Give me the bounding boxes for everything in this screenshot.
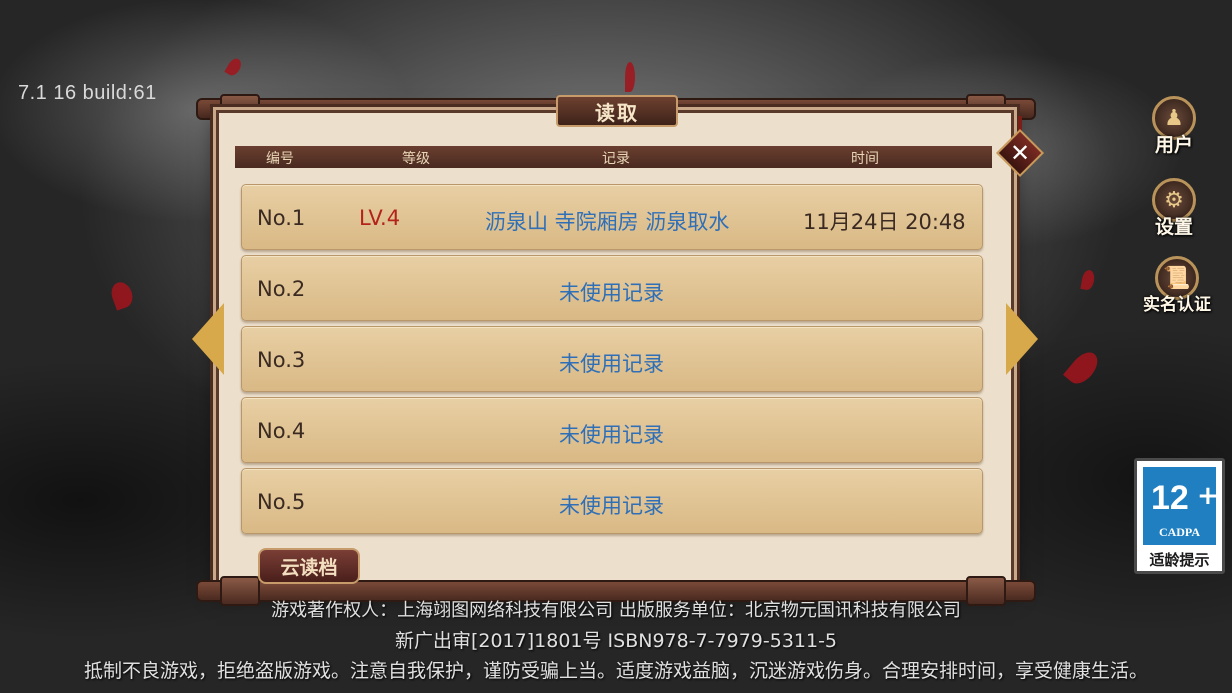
slot-number: No.1 bbox=[257, 206, 306, 230]
slot-empty-label: 未使用记录 bbox=[559, 423, 664, 447]
age-number: 12 bbox=[1151, 479, 1189, 517]
cloud-load-button[interactable]: 云读档 bbox=[258, 548, 360, 584]
side-button-settings[interactable]: ⚙ 设置 bbox=[1142, 178, 1206, 242]
footer-health-notice: 抵制不良游戏，拒绝盗版游戏。注意自我保护，谨防受骗上当。适度游戏益脑，沉迷游戏伤… bbox=[83, 660, 1148, 682]
save-slot-5[interactable]: No.5 未使用记录 bbox=[241, 468, 983, 534]
slot-location: 沥泉山 寺院厢房 沥泉取水 bbox=[485, 210, 730, 234]
slot-empty-label: 未使用记录 bbox=[559, 281, 664, 305]
save-slot-1[interactable]: No.1 LV.4 沥泉山 寺院厢房 沥泉取水 11月24日 20:48 bbox=[241, 184, 983, 250]
slot-time: 11月24日 20:48 bbox=[803, 210, 966, 234]
age-plus: + bbox=[1197, 481, 1219, 511]
slot-empty-label: 未使用记录 bbox=[559, 352, 664, 376]
footer-approval: 新广出审[2017]1801号 ISBN978-7-7979-5311-5 bbox=[394, 630, 838, 652]
slot-number: No.5 bbox=[257, 490, 306, 514]
column-time: 时间 bbox=[851, 151, 879, 167]
dialog-title-plate: 读取 bbox=[556, 95, 678, 127]
red-petal bbox=[1063, 347, 1103, 389]
arrow-left-icon[interactable] bbox=[192, 303, 224, 375]
age-tip: 适龄提示 bbox=[1149, 551, 1210, 569]
side-label-user: 用户 bbox=[1154, 134, 1193, 156]
side-label-settings: 设置 bbox=[1154, 216, 1193, 238]
slot-level: LV.4 bbox=[359, 206, 401, 230]
side-label-realname: 实名认证 bbox=[1143, 295, 1211, 315]
close-x-icon[interactable]: ✕ bbox=[1003, 136, 1037, 170]
slot-empty-label: 未使用记录 bbox=[559, 494, 664, 518]
slot-number: No.2 bbox=[257, 277, 306, 301]
red-petal bbox=[1080, 269, 1096, 291]
side-button-user[interactable]: ♟ 用户 bbox=[1142, 96, 1206, 160]
footer-copyright: 游戏著作权人：上海翊图网络科技有限公司 出版服务单位：北京物元国讯科技有限公司 bbox=[271, 600, 961, 621]
column-number: 编号 bbox=[266, 151, 294, 167]
save-slot-2[interactable]: No.2 未使用记录 bbox=[241, 255, 983, 321]
side-button-realname[interactable]: 📜 实名认证 bbox=[1140, 256, 1214, 320]
age-org: CADPA bbox=[1158, 525, 1201, 539]
column-record: 记录 bbox=[602, 151, 630, 167]
age-rating-badge[interactable]: 12 + CADPA 适龄提示 bbox=[1134, 458, 1225, 574]
save-slot-3[interactable]: No.3 未使用记录 bbox=[241, 326, 983, 392]
dialog-title: 读取 bbox=[595, 100, 639, 125]
save-slot-4[interactable]: No.4 未使用记录 bbox=[241, 397, 983, 463]
column-level: 等级 bbox=[402, 151, 430, 167]
slot-number: No.4 bbox=[257, 419, 306, 443]
red-petal bbox=[625, 62, 635, 92]
slot-number: No.3 bbox=[257, 348, 306, 372]
age-rating-panel: 12 + CADPA bbox=[1143, 467, 1219, 545]
version-label: 7.1 16 build:61 bbox=[18, 82, 157, 104]
red-petal bbox=[108, 279, 136, 311]
arrow-right-icon[interactable] bbox=[1006, 303, 1038, 375]
red-petal bbox=[224, 56, 244, 78]
column-header: 编号 等级 记录 时间 bbox=[235, 146, 992, 168]
cloud-load-label: 云读档 bbox=[280, 556, 338, 579]
